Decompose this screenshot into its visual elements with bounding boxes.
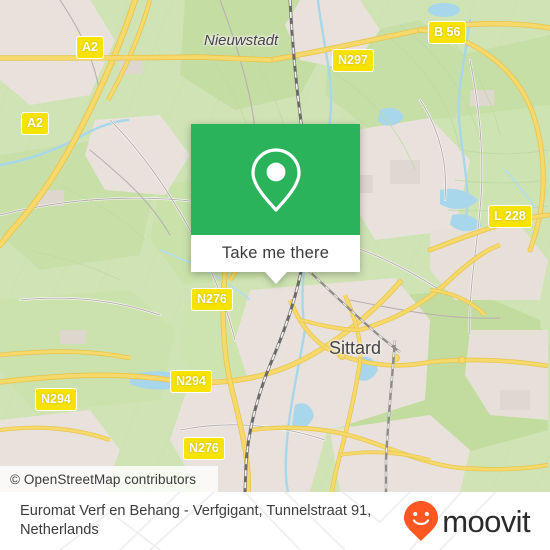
road-shield-n276-south: N276	[183, 437, 225, 460]
footer-bar: Euromat Verf en Behang - Verfgigant, Tun…	[0, 492, 550, 550]
location-callout-card[interactable]: Take me there	[191, 124, 360, 284]
moovit-smiley-pin-icon	[404, 501, 439, 541]
moovit-map-page: Nieuwstadt Sittard A2 A2 N297 B 56 L 228…	[0, 0, 550, 550]
road-shield-a2-west: A2	[21, 112, 49, 135]
location-address: Euromat Verf en Behang - Verfgigant, Tun…	[20, 502, 372, 538]
callout-header	[191, 124, 360, 235]
road-shield-n276-north: N276	[191, 288, 233, 311]
moovit-wordmark: moovit	[442, 503, 530, 539]
osm-attribution-text: © OpenStreetMap contributors	[10, 471, 197, 487]
footer-content: Euromat Verf en Behang - Verfgigant, Tun…	[0, 492, 550, 550]
road-shield-a2-north: A2	[76, 36, 104, 59]
moovit-logo[interactable]: moovit	[403, 500, 536, 542]
place-label-sittard: Sittard	[329, 338, 382, 358]
road-shield-n294-west: N294	[35, 388, 77, 411]
take-me-there-label: Take me there	[221, 244, 330, 262]
callout-pointer-tail	[264, 272, 287, 284]
road-shield-b56: B 56	[428, 21, 467, 44]
location-pin-icon	[250, 147, 301, 212]
callout-action[interactable]: Take me there	[191, 235, 360, 284]
road-shield-n294-east: N294	[170, 370, 212, 393]
osm-attribution[interactable]: © OpenStreetMap contributors	[0, 466, 218, 492]
place-label-nieuwstadt: Nieuwstadt	[204, 32, 279, 49]
road-shield-n297: N297	[332, 49, 374, 72]
road-shield-l228: L 228	[488, 205, 532, 228]
